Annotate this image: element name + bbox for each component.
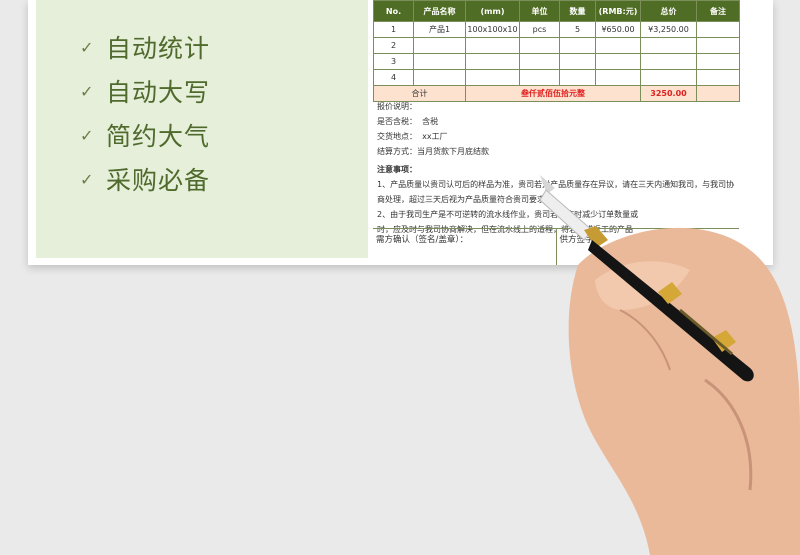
table-cell[interactable]: ¥3,250.00 xyxy=(640,21,697,38)
payment-label: 结算方式： xyxy=(377,147,417,156)
table-cell[interactable]: 5 xyxy=(559,21,596,38)
table-cell[interactable] xyxy=(519,37,560,54)
feature-panel: ✓ 自动统计 ✓ 自动大写 ✓ 简约大气 ✓ 采购必备 xyxy=(36,0,368,258)
column-header: 总价 xyxy=(640,0,697,22)
table-cell[interactable] xyxy=(696,21,740,38)
column-header: (mm) xyxy=(465,0,520,22)
table-cell[interactable] xyxy=(696,69,740,86)
payment-value: 当月货款下月底结款 xyxy=(417,147,489,156)
table-cell[interactable] xyxy=(640,53,697,70)
feature-label: 自动统计 xyxy=(106,34,211,63)
feature-item: ✓ 简约大气 xyxy=(80,113,210,157)
table-cell[interactable] xyxy=(519,69,560,86)
table-cell[interactable] xyxy=(559,69,596,86)
table-cell[interactable] xyxy=(595,37,641,54)
table-row: 1 产品1 100x100x10 pcs 5 ¥650.00 ¥3,250.00 xyxy=(373,21,740,38)
feature-label: 自动大写 xyxy=(106,78,211,107)
table-row: 3 xyxy=(373,53,740,70)
column-header: 产品名称 xyxy=(413,0,466,22)
hand-with-pen-illustration xyxy=(539,175,800,555)
table-cell[interactable] xyxy=(559,53,596,70)
column-header: 单位 xyxy=(519,0,560,22)
table-cell[interactable] xyxy=(413,37,466,54)
check-icon: ✓ xyxy=(80,37,94,57)
table-cell[interactable]: ¥650.00 xyxy=(595,21,641,38)
table-cell[interactable] xyxy=(465,37,520,54)
hand-illustration xyxy=(568,227,800,555)
table-header-row: No. 产品名称 (mm) 单位 数量 (RMB:元) 总价 备注 xyxy=(373,0,740,22)
table-cell[interactable] xyxy=(696,53,740,70)
check-icon: ✓ xyxy=(80,125,94,145)
table-cell[interactable] xyxy=(413,53,466,70)
table-cell[interactable] xyxy=(595,69,641,86)
feature-item: ✓ 自动大写 xyxy=(80,69,210,113)
table-cell[interactable] xyxy=(413,69,466,86)
delivery-label: 交货地点： xyxy=(377,132,417,141)
feature-item: ✓ 采购必备 xyxy=(80,157,210,201)
table-cell[interactable] xyxy=(465,69,520,86)
delivery-line: 交货地点： xx工厂 xyxy=(377,129,737,144)
table-cell[interactable]: 100x100x10 xyxy=(465,21,520,38)
tax-line: 是否含税： 含税 xyxy=(377,114,737,129)
table-cell[interactable]: pcs xyxy=(519,21,560,38)
table-row: 4 xyxy=(373,69,740,86)
column-header: No. xyxy=(373,0,414,22)
column-header: 备注 xyxy=(696,0,740,22)
table-cell[interactable]: 1 xyxy=(373,21,414,38)
check-icon: ✓ xyxy=(80,81,94,101)
feature-item: ✓ 自动统计 xyxy=(80,25,210,69)
table-cell[interactable] xyxy=(465,53,520,70)
table-cell[interactable]: 3 xyxy=(373,53,414,70)
feature-label: 简约大气 xyxy=(106,122,211,151)
table-cell[interactable] xyxy=(559,37,596,54)
delivery-value: xx工厂 xyxy=(422,132,448,141)
payment-line: 结算方式：当月货款下月底结款 xyxy=(377,144,737,159)
table-cell[interactable]: 产品1 xyxy=(413,21,466,38)
check-icon: ✓ xyxy=(80,169,94,189)
column-header: 数量 xyxy=(559,0,596,22)
table-cell[interactable] xyxy=(640,37,697,54)
tax-label: 是否含税： xyxy=(377,117,417,126)
table-cell[interactable] xyxy=(519,53,560,70)
feature-list: ✓ 自动统计 ✓ 自动大写 ✓ 简约大气 ✓ 采购必备 xyxy=(80,25,210,201)
quote-note: 报价说明： xyxy=(377,102,417,111)
table-cell[interactable] xyxy=(595,53,641,70)
items-table: No. 产品名称 (mm) 单位 数量 (RMB:元) 总价 备注 1 产品1 … xyxy=(373,0,740,102)
table-row: 2 xyxy=(373,37,740,54)
column-header: (RMB:元) xyxy=(595,0,641,22)
table-cell[interactable] xyxy=(696,37,740,54)
table-cell[interactable]: 2 xyxy=(373,37,414,54)
tax-value: 含税 xyxy=(422,117,439,126)
feature-label: 采购必备 xyxy=(106,166,211,195)
table-cell[interactable]: 4 xyxy=(373,69,414,86)
table-cell[interactable] xyxy=(640,69,697,86)
